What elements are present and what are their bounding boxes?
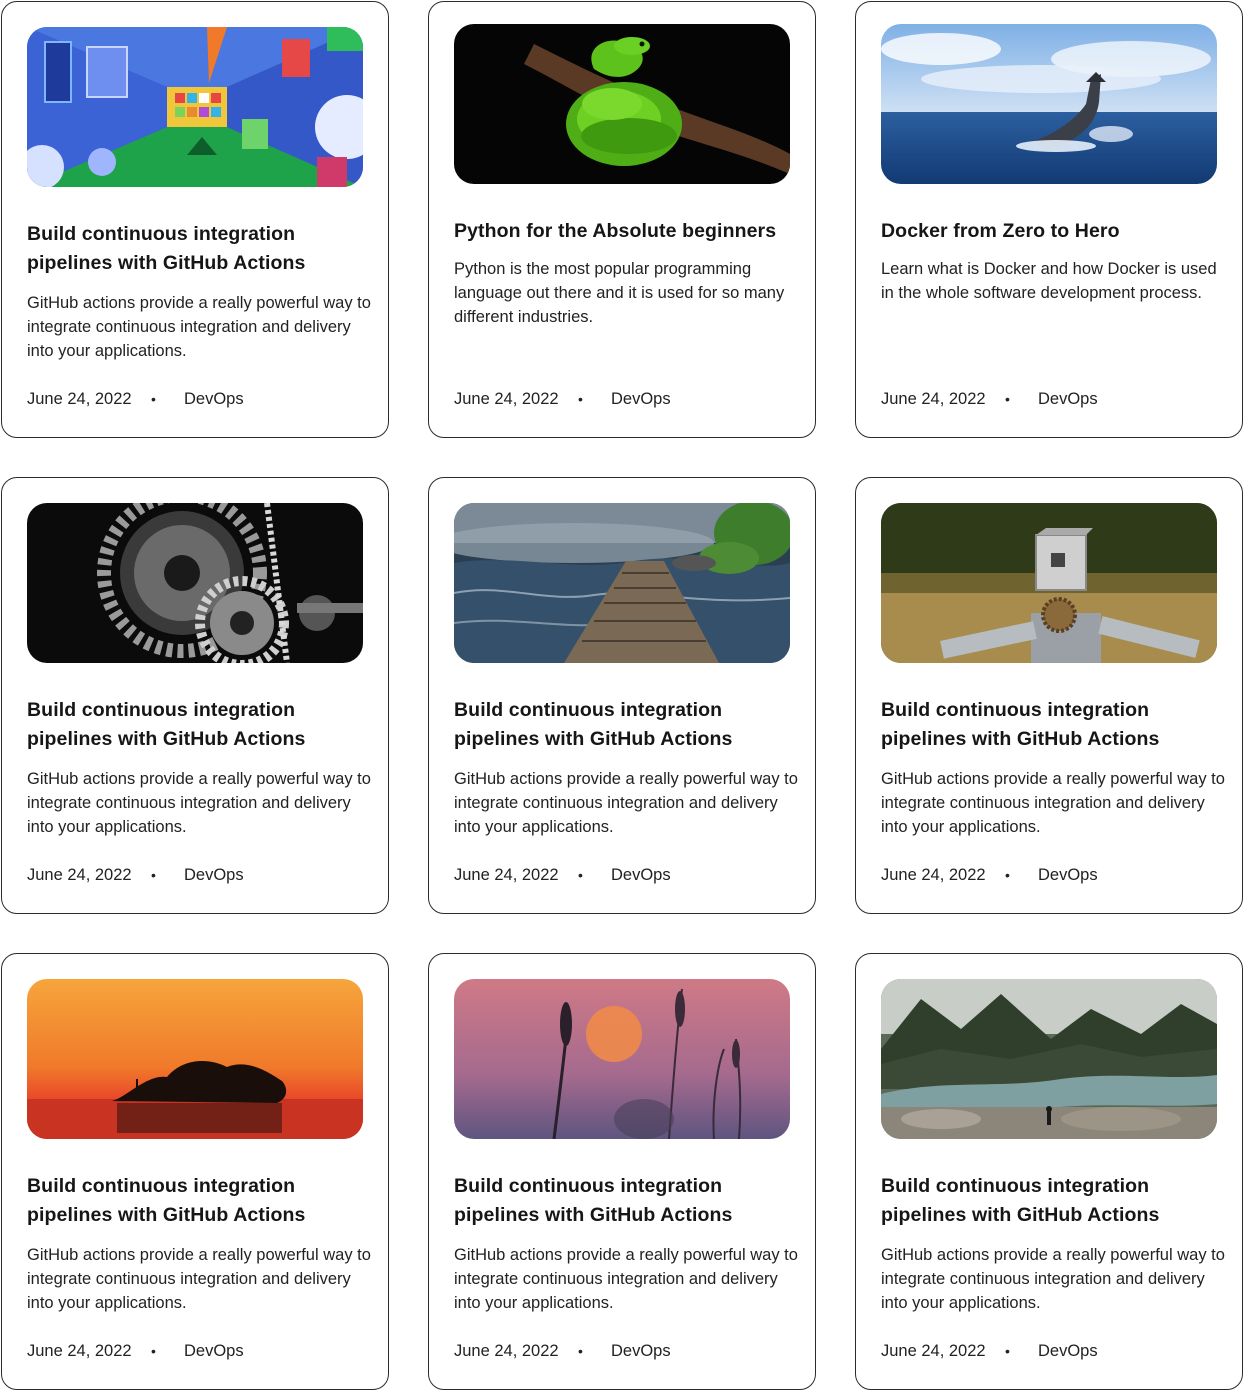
meta-separator: • [578, 1343, 583, 1359]
gears-image [27, 503, 363, 663]
article-thumbnail[interactable] [881, 503, 1217, 663]
article-title[interactable]: Docker from Zero to Hero [881, 217, 1221, 246]
article-thumbnail[interactable] [454, 979, 790, 1139]
article-card-grid: Build continuous integration pipelines w… [0, 0, 1244, 1391]
sunset-island-image [27, 979, 363, 1139]
article-title[interactable]: Build continuous integration pipelines w… [454, 1172, 794, 1230]
article-category[interactable]: DevOps [1038, 864, 1098, 886]
meta-separator: • [151, 1343, 156, 1359]
article-description: GitHub actions provide a really powerful… [27, 770, 371, 836]
boardwalk-river-image [454, 503, 790, 663]
article-category[interactable]: DevOps [611, 864, 671, 886]
article-category[interactable]: DevOps [184, 864, 244, 886]
article-category[interactable]: DevOps [611, 388, 671, 410]
article-thumbnail[interactable] [27, 503, 363, 663]
article-date: June 24, 2022 [27, 1342, 132, 1360]
article-card[interactable]: Build continuous integration pipelines w… [855, 477, 1243, 914]
article-date: June 24, 2022 [881, 390, 986, 408]
robot-field-image [881, 503, 1217, 663]
hallway-illustration-image [27, 27, 363, 187]
article-description: Python is the most popular programming l… [454, 260, 785, 326]
article-description: GitHub actions provide a really powerful… [881, 1246, 1225, 1312]
article-date: June 24, 2022 [454, 866, 559, 884]
article-date: June 24, 2022 [454, 1342, 559, 1360]
article-card[interactable]: Build continuous integration pipelines w… [428, 477, 816, 914]
article-date: June 24, 2022 [454, 390, 559, 408]
python-snake-image [454, 24, 790, 184]
article-date: June 24, 2022 [27, 390, 132, 408]
article-card[interactable]: Build continuous integration pipelines w… [428, 953, 816, 1390]
article-description: GitHub actions provide a really powerful… [881, 770, 1225, 836]
article-category[interactable]: DevOps [1038, 1340, 1098, 1362]
article-category[interactable]: DevOps [184, 1340, 244, 1362]
article-title[interactable]: Build continuous integration pipelines w… [27, 220, 367, 278]
article-thumbnail[interactable] [454, 503, 790, 663]
article-description: GitHub actions provide a really powerful… [27, 1246, 371, 1312]
meta-separator: • [1005, 1343, 1010, 1359]
article-title[interactable]: Build continuous integration pipelines w… [881, 696, 1221, 754]
article-thumbnail[interactable] [881, 979, 1217, 1139]
wheat-sunset-image [454, 979, 790, 1139]
article-card[interactable]: Build continuous integration pipelines w… [855, 953, 1243, 1390]
article-category[interactable]: DevOps [611, 1340, 671, 1362]
article-title[interactable]: Build continuous integration pipelines w… [881, 1172, 1221, 1230]
article-description: Learn what is Docker and how Docker is u… [881, 260, 1217, 302]
article-card[interactable]: Python for the Absolute beginners Python… [428, 1, 816, 438]
article-category[interactable]: DevOps [1038, 388, 1098, 410]
article-title[interactable]: Build continuous integration pipelines w… [27, 696, 367, 754]
article-title[interactable]: Build continuous integration pipelines w… [27, 1172, 367, 1230]
meta-separator: • [578, 867, 583, 883]
meta-separator: • [578, 391, 583, 407]
article-card[interactable]: Build continuous integration pipelines w… [1, 1, 389, 438]
article-card[interactable]: Docker from Zero to Hero Learn what is D… [855, 1, 1243, 438]
article-date: June 24, 2022 [881, 866, 986, 884]
article-thumbnail[interactable] [881, 24, 1217, 184]
meta-separator: • [1005, 391, 1010, 407]
meta-separator: • [151, 391, 156, 407]
article-date: June 24, 2022 [881, 1342, 986, 1360]
article-thumbnail[interactable] [27, 979, 363, 1139]
article-title[interactable]: Build continuous integration pipelines w… [454, 696, 794, 754]
article-thumbnail[interactable] [27, 27, 363, 187]
whale-tail-image [881, 24, 1217, 184]
article-title[interactable]: Python for the Absolute beginners [454, 217, 794, 246]
article-thumbnail[interactable] [454, 24, 790, 184]
article-description: GitHub actions provide a really powerful… [454, 770, 798, 836]
meta-separator: • [1005, 867, 1010, 883]
article-category[interactable]: DevOps [184, 388, 244, 410]
meta-separator: • [151, 867, 156, 883]
article-card[interactable]: Build continuous integration pipelines w… [1, 477, 389, 914]
article-card[interactable]: Build continuous integration pipelines w… [1, 953, 389, 1390]
mountain-river-image [881, 979, 1217, 1139]
article-date: June 24, 2022 [27, 866, 132, 884]
article-description: GitHub actions provide a really powerful… [27, 294, 371, 360]
article-description: GitHub actions provide a really powerful… [454, 1246, 798, 1312]
